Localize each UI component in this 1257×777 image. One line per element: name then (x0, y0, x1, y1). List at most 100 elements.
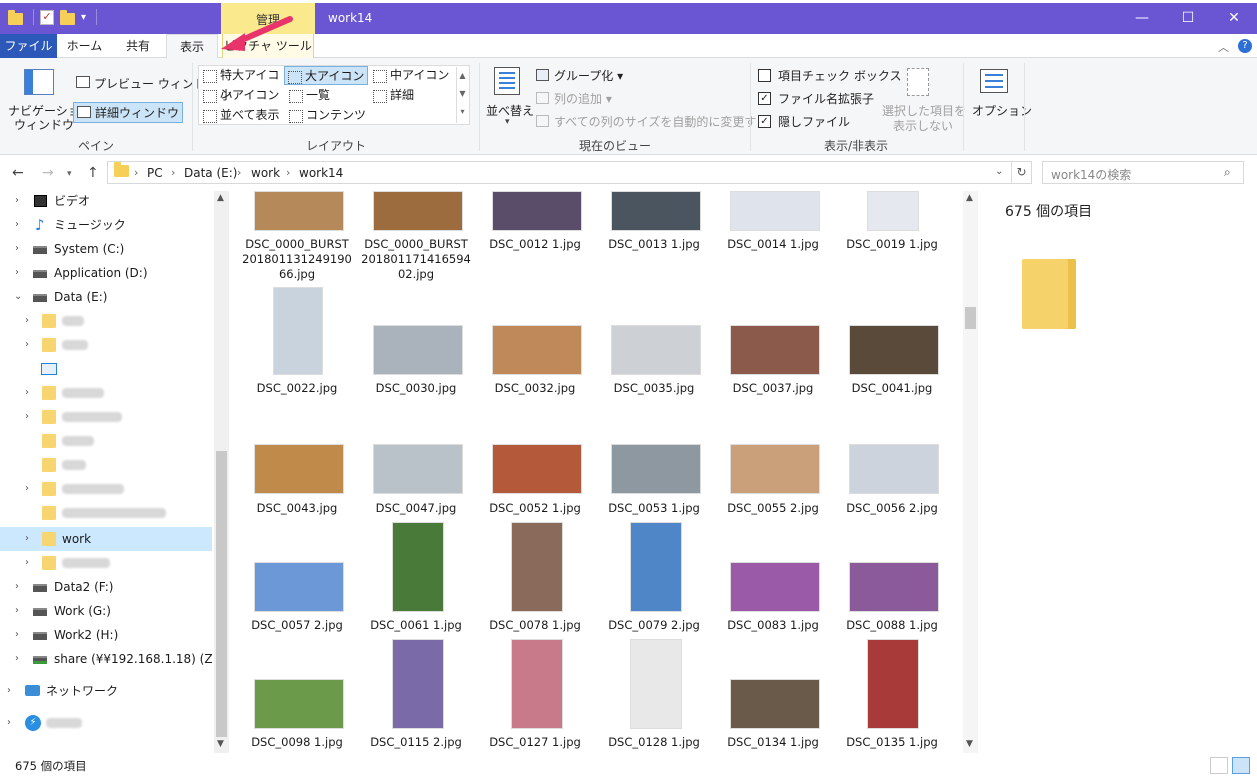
file-thumbnail[interactable] (611, 191, 701, 231)
breadcrumb-data-e[interactable]: Data (E:) (184, 166, 237, 180)
breadcrumb-pc[interactable]: PC (147, 166, 163, 180)
expand-arrow-icon[interactable]: › (15, 237, 19, 261)
file-name[interactable]: DSC_0030.jpg (361, 381, 471, 396)
collapse-arrow-icon[interactable]: ⌄ (14, 285, 22, 309)
file-thumbnail[interactable] (730, 679, 820, 729)
tree-item-videos[interactable]: › ビデオ (0, 189, 212, 213)
scroll-down-arrow-icon[interactable]: ▼ (217, 739, 224, 749)
layout-small-icons[interactable]: 小アイコン (200, 86, 284, 105)
file-thumbnail[interactable] (849, 562, 939, 612)
file-thumbnail[interactable] (849, 325, 939, 375)
collapse-ribbon-icon[interactable]: ︿ (1218, 39, 1229, 55)
expand-arrow-icon[interactable]: › (15, 575, 19, 599)
tree-item-music[interactable]: › ♪ ミュージック (0, 213, 212, 237)
file-name[interactable]: DSC_0135 1.jpg (837, 735, 947, 750)
layout-large-icons[interactable]: 大アイコン (284, 66, 368, 85)
tree-item-hidden-folder[interactable]: › (0, 333, 212, 357)
tree-item-data-e[interactable]: ⌄ Data (E:) (0, 285, 212, 309)
file-name[interactable]: DSC_0115 2.jpg (361, 735, 471, 750)
folder-icon[interactable] (8, 9, 23, 25)
file-thumbnail[interactable] (630, 639, 682, 729)
tab-file[interactable]: ファイル (0, 34, 57, 58)
search-icon[interactable]: ⌕ (1224, 165, 1231, 180)
file-name[interactable]: DSC_0128 1.jpg (599, 735, 709, 750)
file-name[interactable]: DSC_0013 1.jpg (599, 237, 709, 252)
expand-arrow-icon[interactable]: › (15, 647, 19, 671)
tree-item-data2-f[interactable]: › Data2 (F:) (0, 575, 212, 599)
file-name[interactable]: DSC_0041.jpg (837, 381, 947, 396)
file-name[interactable]: DSC_0127 1.jpg (480, 735, 590, 750)
file-extensions-checkbox[interactable]: ✓ (758, 92, 771, 105)
tree-item-share-z[interactable]: › share (¥¥192.168.1.18) (Z:) (0, 647, 221, 671)
layout-medium-icons[interactable]: 中アイコン (370, 66, 454, 85)
file-name[interactable]: DSC_0000_BURST 201801131249190 66.jpg (242, 237, 352, 282)
layout-tiles[interactable]: 並べて表示 (200, 106, 284, 125)
navigation-scrollbar-thumb[interactable] (216, 451, 227, 737)
file-name[interactable]: DSC_0053 1.jpg (599, 501, 709, 516)
file-name[interactable]: DSC_0061 1.jpg (361, 618, 471, 633)
file-name[interactable]: DSC_0047.jpg (361, 501, 471, 516)
tree-item-hidden-folder[interactable]: › (0, 551, 212, 575)
file-name[interactable]: DSC_0052 1.jpg (480, 501, 590, 516)
file-name[interactable]: DSC_0032.jpg (480, 381, 590, 396)
scroll-up-arrow-icon[interactable]: ▲ (217, 193, 224, 203)
file-name[interactable]: DSC_0043.jpg (242, 501, 352, 516)
tree-item-hidden-folder[interactable] (0, 501, 212, 525)
preview-pane-button[interactable]: プレビュー ウィンドウ (76, 75, 218, 92)
refresh-icon[interactable]: ↻ (1011, 162, 1031, 183)
file-thumbnail[interactable] (373, 191, 463, 231)
file-thumbnail[interactable] (492, 444, 582, 494)
properties-icon[interactable]: ✓ (40, 9, 54, 25)
back-arrow-icon[interactable]: ← (12, 165, 24, 181)
tree-item-hidden-item[interactable]: › ⚡ (0, 711, 212, 735)
sort-dropdown-icon[interactable]: ▾ (505, 117, 510, 127)
layout-gallery-scroll[interactable]: ▲ ▼ ▾ (456, 67, 468, 123)
navigation-pane-button-line2[interactable]: ウィンドウ (14, 116, 74, 133)
tree-item-application-d[interactable]: › Application (D:) (0, 261, 212, 285)
tab-view[interactable]: 表示 (166, 34, 218, 59)
expand-arrow-icon[interactable]: › (25, 527, 29, 551)
tree-item-hidden-folder[interactable]: › (0, 405, 212, 429)
expand-arrow-icon[interactable]: › (25, 381, 29, 405)
file-thumbnail[interactable] (254, 191, 344, 231)
item-checkbox-toggle[interactable] (758, 69, 771, 82)
file-name[interactable]: DSC_0037.jpg (718, 381, 828, 396)
file-name[interactable]: DSC_0022.jpg (242, 381, 352, 396)
expand-arrow-icon[interactable]: › (7, 679, 11, 703)
up-arrow-icon[interactable]: ↑ (87, 165, 99, 181)
expand-arrow-icon[interactable]: › (25, 405, 29, 429)
file-thumbnail[interactable] (630, 522, 682, 612)
tree-item-system-c[interactable]: › System (C:) (0, 237, 212, 261)
file-thumbnail[interactable] (254, 444, 344, 494)
file-thumbnail[interactable] (492, 191, 582, 231)
file-thumbnail[interactable] (492, 325, 582, 375)
tree-item-hidden-folder[interactable]: › (0, 381, 212, 405)
file-name[interactable]: DSC_0056 2.jpg (837, 501, 947, 516)
tab-share[interactable]: 共有 (114, 34, 162, 58)
details-view-icon[interactable] (1210, 757, 1228, 774)
file-name[interactable]: DSC_0083 1.jpg (718, 618, 828, 633)
new-folder-icon[interactable] (60, 9, 75, 25)
file-name[interactable]: DSC_0088 1.jpg (837, 618, 947, 633)
expand-arrow-icon[interactable]: › (15, 189, 19, 213)
file-name[interactable]: DSC_0098 1.jpg (242, 735, 352, 750)
recent-locations-icon[interactable]: ▾ (67, 169, 72, 179)
file-name[interactable]: DSC_0079 2.jpg (599, 618, 709, 633)
item-checkbox-label[interactable]: 項目チェック ボックス (778, 67, 901, 84)
expand-arrow-icon[interactable]: › (7, 711, 11, 735)
sort-button[interactable]: 並べ替え (486, 102, 534, 119)
file-thumbnail[interactable] (254, 562, 344, 612)
file-list-scrollbar-thumb[interactable] (965, 307, 976, 329)
search-placeholder[interactable]: work14の検索 (1051, 166, 1131, 183)
file-thumbnail[interactable] (867, 191, 919, 231)
sort-icon[interactable] (494, 67, 520, 95)
tree-item-work-g[interactable]: › Work (G:) (0, 599, 212, 623)
tree-item-hidden-folder[interactable] (0, 453, 212, 477)
expand-arrow-icon[interactable]: › (15, 213, 19, 237)
file-thumbnail[interactable] (730, 191, 820, 231)
file-name[interactable]: DSC_0012 1.jpg (480, 237, 590, 252)
expand-arrow-icon[interactable]: › (25, 333, 29, 357)
tree-item-work[interactable]: › work (0, 527, 212, 551)
file-thumbnail[interactable] (511, 639, 563, 729)
help-icon[interactable]: ? (1238, 39, 1252, 53)
